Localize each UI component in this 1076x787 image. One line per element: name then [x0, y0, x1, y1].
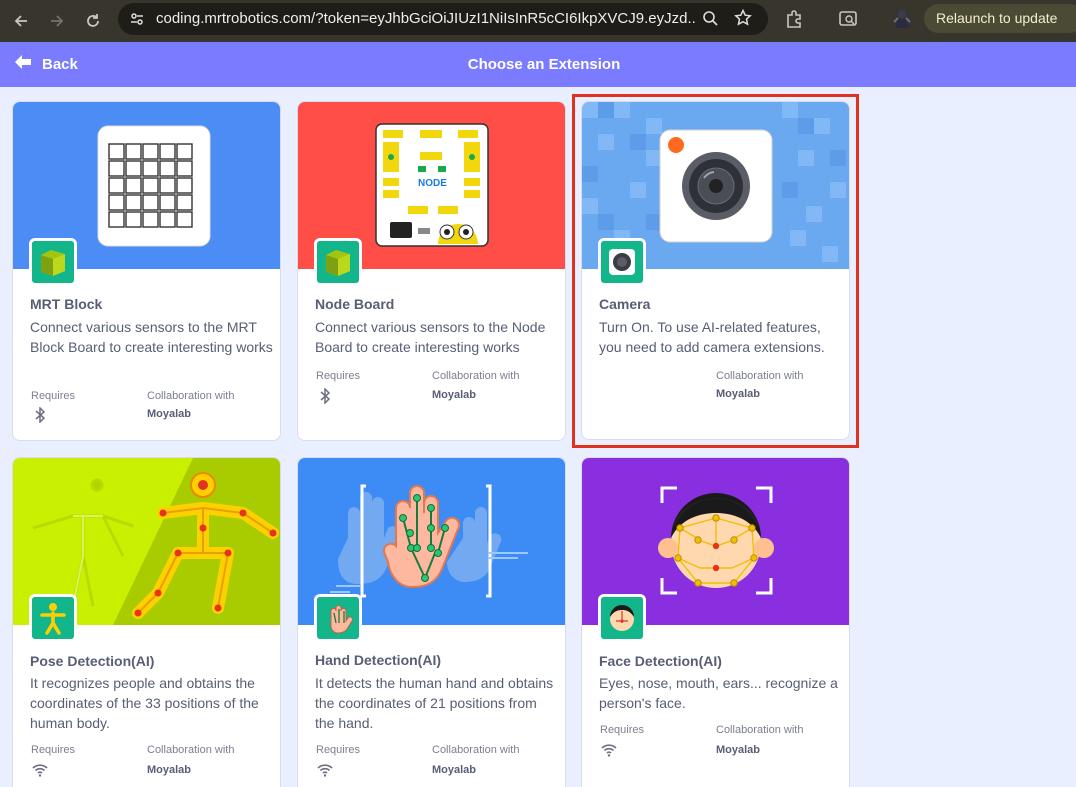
wifi-icon: [32, 763, 48, 779]
extension-card-hand-detection[interactable]: Hand Detection(AI) It detects the human …: [297, 457, 566, 787]
requires-label: Requires: [316, 744, 361, 756]
card-title: Node Board: [315, 296, 395, 312]
mrt-block-cube-icon: [29, 238, 77, 286]
hand-icon: [314, 594, 362, 642]
wifi-icon: [317, 763, 333, 779]
address-bar[interactable]: coding.mrtrobotics.com/?token=eyJhbGciOi…: [118, 3, 768, 35]
card-description: It recognizes people and obtains the coo…: [30, 675, 259, 731]
extension-card-node-board[interactable]: NODE Node Board Connect various sensors …: [297, 101, 566, 441]
collaboration-value: Moyalab: [147, 764, 192, 776]
requires-label: Requires: [31, 390, 76, 402]
tab-search-icon[interactable]: [838, 9, 858, 34]
node-board-cube-icon: [314, 238, 362, 286]
profile-avatar[interactable]: [892, 8, 912, 35]
collaboration-label: Collaboration with: [147, 390, 235, 402]
requires-label: Requires: [600, 724, 645, 736]
face-icon: [598, 594, 646, 642]
collaboration-label: Collaboration with: [432, 370, 520, 382]
relaunch-button[interactable]: Relaunch to update: [924, 4, 1076, 33]
wifi-icon: [601, 743, 617, 759]
requires-label: Requires: [31, 744, 76, 756]
zoom-icon[interactable]: [702, 10, 719, 32]
app-header: Back Choose an Extension: [0, 42, 1076, 87]
card-description: Connect various sensors to the MRT Block…: [30, 319, 273, 355]
collaboration-value: Moyalab: [432, 764, 477, 776]
collaboration-label: Collaboration with: [716, 370, 804, 382]
card-title: Pose Detection(AI): [30, 653, 155, 669]
browser-toolbar: coding.mrtrobotics.com/?token=eyJhbGciOi…: [0, 0, 1076, 42]
card-title: Camera: [599, 296, 651, 312]
extension-card-mrt-block[interactable]: MRT Block Connect various sensors to the…: [12, 101, 281, 441]
bookmark-star-icon[interactable]: [734, 8, 752, 32]
node-board-label: NODE: [418, 178, 447, 189]
collaboration-value: Moyalab: [147, 408, 192, 420]
card-description: Turn On. To use AI-related features, you…: [599, 319, 825, 355]
extension-card-camera[interactable]: Camera Turn On. To use AI-related featur…: [581, 101, 850, 440]
extension-card-face-detection[interactable]: Face Detection(AI) Eyes, nose, mouth, ea…: [581, 457, 850, 787]
card-title: MRT Block: [30, 296, 103, 312]
bluetooth-icon: [33, 406, 49, 424]
extension-card-pose-detection[interactable]: Pose Detection(AI) It recognizes people …: [12, 457, 281, 787]
requires-label: Requires: [316, 370, 361, 382]
pose-figure-icon: [29, 594, 77, 642]
back-arrow-icon[interactable]: [8, 8, 34, 34]
collaboration-label: Collaboration with: [432, 744, 520, 756]
reload-icon[interactable]: [80, 8, 106, 34]
card-description: Eyes, nose, mouth, ears... recognize a p…: [599, 675, 838, 711]
site-settings-icon[interactable]: [129, 11, 145, 32]
forward-arrow-icon[interactable]: [44, 8, 70, 34]
collaboration-label: Collaboration with: [716, 724, 804, 736]
page-title: Choose an Extension: [467, 56, 621, 73]
extensions-puzzle-icon[interactable]: [784, 9, 804, 34]
card-description: It detects the human hand and obtains th…: [315, 675, 554, 731]
card-description: Connect various sensors to the Node Boar…: [315, 319, 546, 355]
collaboration-value: Moyalab: [432, 389, 477, 401]
collaboration-label: Collaboration with: [147, 744, 235, 756]
collaboration-value: Moyalab: [716, 388, 761, 400]
camera-lens-icon: [598, 238, 646, 286]
collaboration-value: Moyalab: [716, 744, 761, 756]
card-title: Face Detection(AI): [599, 653, 722, 669]
url-text[interactable]: coding.mrtrobotics.com/?token=eyJhbGciOi…: [156, 10, 696, 27]
card-title: Hand Detection(AI): [315, 652, 441, 668]
bluetooth-icon: [318, 387, 334, 405]
